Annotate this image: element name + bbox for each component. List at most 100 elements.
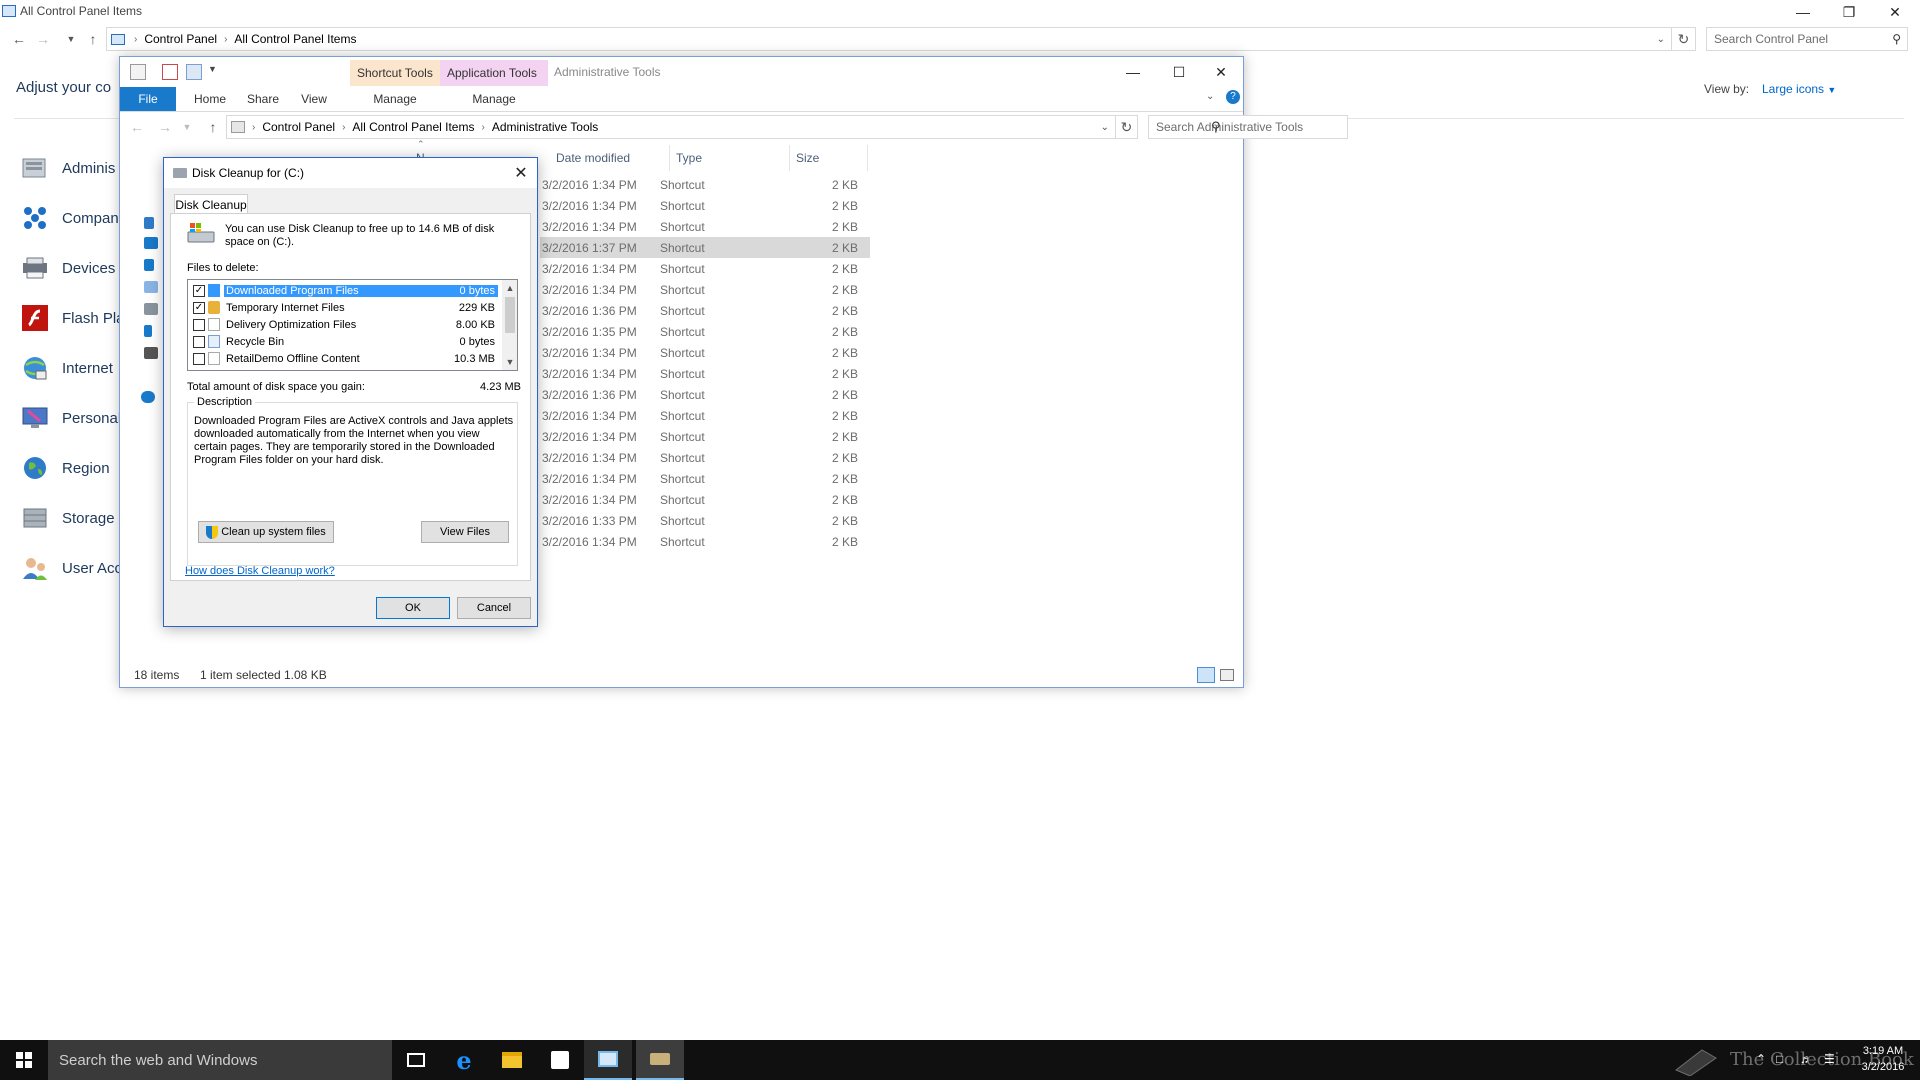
up-icon[interactable]: ↑ xyxy=(82,27,104,51)
minimize-button[interactable]: — xyxy=(1110,60,1156,84)
taskbar-clock[interactable]: 3:19 AM 3/2/2016 xyxy=(1852,1043,1914,1075)
control-panel-button[interactable] xyxy=(584,1040,632,1080)
clean-up-system-files-button[interactable]: Clean up system files xyxy=(198,521,334,543)
view-by-dropdown[interactable]: Large icons ▼ xyxy=(1762,82,1836,96)
notifications-icon[interactable]: ☰ xyxy=(1824,1052,1835,1066)
videos-icon[interactable] xyxy=(144,347,158,359)
recent-locations-icon[interactable]: ▼ xyxy=(176,115,198,139)
file-row[interactable]: 3/2/2016 1:34 PM Shortcut 2 KB xyxy=(540,216,870,237)
ok-button[interactable]: OK xyxy=(376,597,450,619)
tab-manage-application[interactable]: Manage xyxy=(440,87,548,111)
how-does-disk-cleanup-work-link[interactable]: How does Disk Cleanup work? xyxy=(185,565,335,577)
explorer-address-bar[interactable]: › Control Panel › All Control Panel Item… xyxy=(226,115,1116,139)
cp-item-storage[interactable]: Storage xyxy=(20,502,115,534)
file-row[interactable]: 3/2/2016 1:37 PM Shortcut 2 KB xyxy=(540,237,870,258)
control-panel-address-bar[interactable]: › Control Panel › All Control Panel Item… xyxy=(106,27,1672,51)
tab-file[interactable]: File xyxy=(120,87,176,111)
tab-home[interactable]: Home xyxy=(184,87,236,111)
cp-item-user-accounts[interactable]: User Acc xyxy=(20,552,122,584)
list-item[interactable]: Delivery Optimization Files 8.00 KB xyxy=(190,316,498,333)
taskbar-search-input[interactable]: Search the web and Windows xyxy=(48,1040,392,1080)
downloads-icon[interactable] xyxy=(144,259,154,271)
list-scrollbar[interactable]: ▲ ▼ xyxy=(502,280,517,370)
music-icon[interactable] xyxy=(144,325,152,337)
chevron-down-icon[interactable]: ⌄ xyxy=(1101,122,1115,133)
file-explorer-button[interactable] xyxy=(488,1040,536,1080)
file-row[interactable]: 3/2/2016 1:35 PM Shortcut 2 KB xyxy=(540,321,870,342)
file-row[interactable]: 3/2/2016 1:34 PM Shortcut 2 KB xyxy=(540,174,870,195)
back-icon[interactable]: ← xyxy=(8,27,30,51)
files-to-delete-list[interactable]: ✓ Downloaded Program Files 0 bytes ✓ Tem… xyxy=(187,279,518,371)
store-button[interactable] xyxy=(536,1040,584,1080)
file-row[interactable]: 3/2/2016 1:34 PM Shortcut 2 KB xyxy=(540,279,870,300)
restore-button[interactable]: ❐ xyxy=(1826,0,1872,24)
checkbox[interactable] xyxy=(193,352,205,365)
volume-icon[interactable]: ♬ xyxy=(1800,1052,1812,1066)
scroll-down-icon[interactable]: ▼ xyxy=(502,354,517,370)
file-row[interactable]: 3/2/2016 1:33 PM Shortcut 2 KB xyxy=(540,510,870,531)
forward-icon[interactable]: → xyxy=(154,115,176,139)
search-icon[interactable]: ⚲ xyxy=(1211,119,1221,135)
checkbox[interactable]: ✓ xyxy=(193,301,205,314)
chevron-down-icon[interactable]: ▼ xyxy=(208,64,217,74)
search-icon[interactable]: ⚲ xyxy=(1892,32,1907,46)
list-item[interactable]: ✓ Temporary Internet Files 229 KB xyxy=(190,299,498,316)
help-icon[interactable]: ? xyxy=(1226,90,1240,104)
pictures-icon[interactable] xyxy=(144,303,158,315)
file-row[interactable]: 3/2/2016 1:34 PM Shortcut 2 KB xyxy=(540,405,870,426)
column-date-modified[interactable]: Date modified xyxy=(550,145,670,171)
onedrive-icon[interactable] xyxy=(141,391,155,403)
check-icon[interactable] xyxy=(162,64,178,80)
column-type[interactable]: Type xyxy=(670,145,790,171)
tab-share[interactable]: Share xyxy=(238,87,288,111)
checkbox[interactable]: ✓ xyxy=(193,284,205,297)
breadcrumb-control-panel[interactable]: Control Panel xyxy=(140,32,221,46)
cancel-button[interactable]: Cancel xyxy=(457,597,531,619)
cp-item-internet-options[interactable]: Internet xyxy=(20,352,113,384)
cp-item-administrative-tools[interactable]: Adminis xyxy=(20,152,115,184)
back-icon[interactable]: ← xyxy=(126,115,148,139)
column-size[interactable]: Size xyxy=(790,145,868,171)
file-row[interactable]: 3/2/2016 1:34 PM Shortcut 2 KB xyxy=(540,426,870,447)
file-row[interactable]: 3/2/2016 1:36 PM Shortcut 2 KB xyxy=(540,384,870,405)
file-row[interactable]: 3/2/2016 1:34 PM Shortcut 2 KB xyxy=(540,447,870,468)
breadcrumb-all-items[interactable]: All Control Panel Items xyxy=(230,32,360,46)
checkbox[interactable] xyxy=(193,318,205,331)
forward-icon[interactable]: → xyxy=(32,27,54,51)
file-row[interactable]: 3/2/2016 1:34 PM Shortcut 2 KB xyxy=(540,342,870,363)
maximize-button[interactable]: ☐ xyxy=(1156,60,1202,84)
properties-icon[interactable] xyxy=(130,64,146,80)
file-row[interactable]: 3/2/2016 1:34 PM Shortcut 2 KB xyxy=(540,195,870,216)
disk-cleanup-button[interactable] xyxy=(636,1040,684,1080)
file-row[interactable]: 3/2/2016 1:36 PM Shortcut 2 KB xyxy=(540,300,870,321)
explorer-search-input[interactable]: Search Administrative Tools xyxy=(1148,115,1348,139)
list-item[interactable]: ✓ Downloaded Program Files 0 bytes xyxy=(190,282,498,299)
network-icon[interactable]: □ xyxy=(1776,1052,1783,1066)
refresh-icon[interactable]: ↻ xyxy=(1672,27,1696,51)
close-button[interactable]: ✕ xyxy=(1872,0,1918,24)
tab-view[interactable]: View xyxy=(290,87,338,111)
control-panel-search-input[interactable]: Search Control Panel ⚲ xyxy=(1706,27,1908,51)
refresh-icon[interactable]: ↻ xyxy=(1116,115,1138,139)
breadcrumb-administrative-tools[interactable]: Administrative Tools xyxy=(488,120,603,134)
quick-access-icon[interactable] xyxy=(144,217,154,229)
scroll-up-icon[interactable]: ▲ xyxy=(502,280,517,296)
tab-disk-cleanup[interactable]: Disk Cleanup xyxy=(174,194,248,214)
task-view-button[interactable] xyxy=(392,1040,440,1080)
documents-icon[interactable] xyxy=(144,281,158,293)
desktop-icon[interactable] xyxy=(144,237,158,249)
view-files-button[interactable]: View Files xyxy=(421,521,509,543)
new-folder-icon[interactable] xyxy=(186,64,202,80)
chevron-down-icon[interactable]: ⌄ xyxy=(1657,34,1671,45)
start-button[interactable] xyxy=(0,1040,48,1080)
tab-manage-shortcut[interactable]: Manage xyxy=(350,87,440,111)
list-item[interactable]: RetailDemo Offline Content 10.3 MB xyxy=(190,350,498,367)
breadcrumb-control-panel[interactable]: Control Panel xyxy=(258,120,339,134)
cp-item-flash-player[interactable]: Flash Pla xyxy=(20,302,125,334)
file-row[interactable]: 3/2/2016 1:34 PM Shortcut 2 KB xyxy=(540,531,870,552)
cp-item-company[interactable]: Compan xyxy=(20,202,119,234)
file-row[interactable]: 3/2/2016 1:34 PM Shortcut 2 KB xyxy=(540,489,870,510)
chevron-up-icon[interactable]: ⌃ xyxy=(1756,1052,1766,1066)
file-row[interactable]: 3/2/2016 1:34 PM Shortcut 2 KB xyxy=(540,468,870,489)
cp-item-devices[interactable]: Devices xyxy=(20,252,115,284)
